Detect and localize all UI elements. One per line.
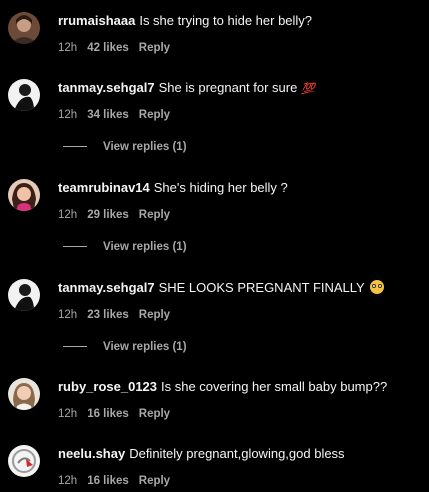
view-replies-button[interactable]: View replies (1) <box>63 340 187 354</box>
comment-text: SHE LOOKS PREGNANT FINALLY <box>158 280 365 295</box>
timestamp: 12h <box>58 109 78 121</box>
username-link[interactable]: tanmay.sehgal7 <box>58 280 155 295</box>
comment-list: rrumaishaaa Is she trying to hide her bel… <box>0 0 429 492</box>
comment-text-line: ruby_rose_0123 Is she covering her small … <box>58 378 423 396</box>
username-link[interactable]: ruby_rose_0123 <box>58 379 157 394</box>
view-replies-button[interactable]: View replies (1) <box>63 140 187 154</box>
hundred-points-emoji: 💯 <box>301 83 315 95</box>
comment-meta: 12h 34 likes Reply <box>58 108 180 122</box>
comment-text-line: tanmay.sehgal7 SHE LOOKS PREGNANT FINALLY <box>58 279 423 297</box>
likes-count[interactable]: 42 likes <box>87 42 129 54</box>
comment-text-line: rrumaishaaa Is she trying to hide her bel… <box>58 12 423 30</box>
avatar[interactable] <box>8 378 40 410</box>
dash-line <box>63 146 87 148</box>
avatar[interactable] <box>8 79 40 111</box>
username-link[interactable]: rrumaishaaa <box>58 13 135 28</box>
timestamp: 12h <box>58 475 78 487</box>
comment-text-line: neelu.shay Definitely pregnant,glowing,go… <box>58 445 423 463</box>
avatar[interactable] <box>8 445 40 477</box>
timestamp: 12h <box>58 309 78 321</box>
username-link[interactable]: teamrubinav14 <box>58 180 150 195</box>
comment-text: She is pregnant for sure <box>158 80 298 95</box>
comment-text: She's hiding her belly ? <box>153 180 288 195</box>
comment-text-line: teamrubinav14 She's hiding her belly ? <box>58 179 423 197</box>
comment-text: Definitely pregnant,glowing,god bless <box>129 446 345 461</box>
likes-count[interactable]: 16 likes <box>87 475 129 487</box>
reply-button[interactable]: Reply <box>139 109 170 121</box>
avatar[interactable] <box>8 179 40 211</box>
timestamp: 12h <box>58 209 78 221</box>
likes-count[interactable]: 34 likes <box>87 109 129 121</box>
view-replies-label: View replies (1) <box>103 241 187 253</box>
likes-count[interactable]: 23 likes <box>87 309 129 321</box>
comment-text-line: tanmay.sehgal7 She is pregnant for sure 💯 <box>58 79 423 98</box>
comment-text: Is she covering her small baby bump?? <box>161 379 388 394</box>
comment-meta: 12h 29 likes Reply <box>58 208 180 222</box>
view-replies-label: View replies (1) <box>103 141 187 153</box>
timestamp: 12h <box>58 408 78 420</box>
view-replies-label: View replies (1) <box>103 341 187 353</box>
dash-line <box>63 346 87 348</box>
flushed-face-emoji <box>369 280 384 294</box>
reply-button[interactable]: Reply <box>139 475 170 487</box>
avatar[interactable] <box>8 279 40 311</box>
likes-count[interactable]: 29 likes <box>87 209 129 221</box>
reply-button[interactable]: Reply <box>139 408 170 420</box>
timestamp: 12h <box>58 42 78 54</box>
likes-count[interactable]: 16 likes <box>87 408 129 420</box>
comment-meta: 12h 16 likes Reply <box>58 407 180 421</box>
view-replies-button[interactable]: View replies (1) <box>63 240 187 254</box>
comment-meta: 12h 42 likes Reply <box>58 41 180 55</box>
comment-text: Is she trying to hide her belly? <box>139 13 313 28</box>
reply-button[interactable]: Reply <box>139 209 170 221</box>
dash-line <box>63 246 87 248</box>
reply-button[interactable]: Reply <box>139 42 170 54</box>
reply-button[interactable]: Reply <box>139 309 170 321</box>
comment-meta: 12h 16 likes Reply <box>58 474 180 488</box>
comment-meta: 12h 23 likes Reply <box>58 308 180 322</box>
username-link[interactable]: tanmay.sehgal7 <box>58 80 155 95</box>
avatar[interactable] <box>8 12 40 44</box>
username-link[interactable]: neelu.shay <box>58 446 125 461</box>
